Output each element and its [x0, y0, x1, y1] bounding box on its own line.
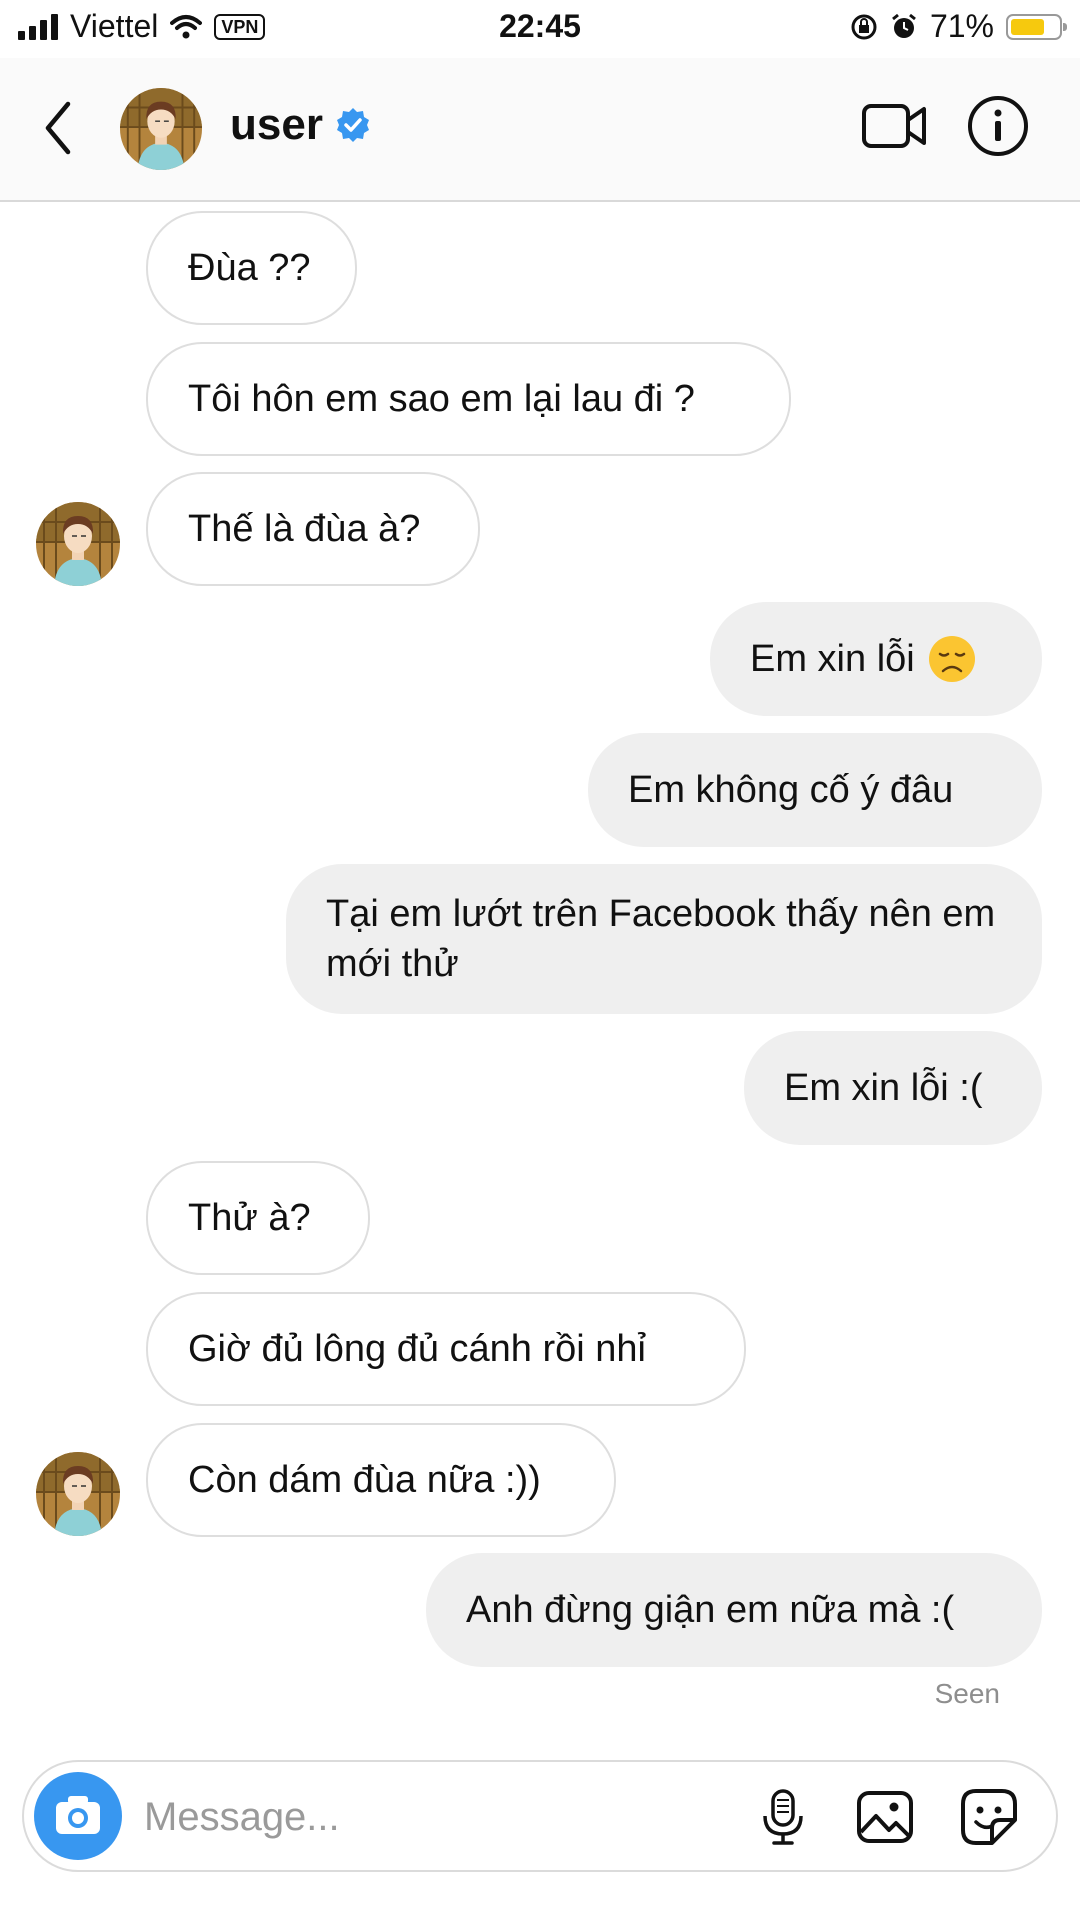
camera-icon: [56, 1796, 100, 1834]
header-avatar[interactable]: [120, 88, 202, 170]
microphone-icon[interactable]: [752, 1786, 814, 1848]
message-bubble[interactable]: Còn dám đùa nữa :)): [146, 1423, 616, 1537]
username-label: user: [230, 100, 323, 149]
video-call-icon[interactable]: [862, 100, 928, 152]
message-bubble[interactable]: Tôi hôn em sao em lại lau đi ?: [146, 342, 791, 456]
message-bubble[interactable]: Thử à?: [146, 1161, 370, 1275]
message-bubble[interactable]: Anh đừng giận em nữa mà :(: [426, 1553, 1042, 1667]
status-right: 71%: [850, 8, 1067, 45]
seen-indicator: Seen: [934, 1678, 1000, 1709]
message-bubble[interactable]: Đùa ??: [146, 211, 357, 325]
sticker-icon[interactable]: [958, 1786, 1020, 1848]
message-bubble[interactable]: Tại em lướt trên Facebook thấy nên em mớ…: [286, 864, 1042, 1014]
message-composer: [22, 1760, 1058, 1872]
message-bubble[interactable]: Em không cố ý đâu: [588, 733, 1042, 847]
chat-header: user: [0, 58, 1080, 202]
sender-avatar[interactable]: [36, 502, 120, 586]
status-bar: Viettel VPN 22:45 71%: [0, 0, 1080, 58]
rotation-lock-icon: [851, 14, 877, 39]
alarm-icon: [892, 13, 916, 38]
message-input[interactable]: [142, 1786, 606, 1848]
message-bubble[interactable]: Giờ đủ lông đủ cánh rồi nhỉ: [146, 1292, 746, 1406]
sender-avatar[interactable]: [36, 1452, 120, 1536]
message-bubble[interactable]: Thế là đùa à?: [146, 472, 480, 586]
message-bubble[interactable]: Em xin lỗi :(: [744, 1031, 1042, 1145]
battery-icon: [1006, 13, 1067, 40]
info-icon[interactable]: [966, 94, 1030, 158]
battery-percent: 71%: [929, 8, 994, 44]
message-bubble[interactable]: Em xin lỗi: [710, 602, 1042, 716]
verified-badge-icon: [336, 108, 369, 142]
camera-button[interactable]: [34, 1772, 122, 1860]
back-arrow-icon[interactable]: [38, 98, 78, 158]
disappointed-face-icon: [928, 636, 975, 682]
chat-username[interactable]: user: [230, 100, 371, 150]
gallery-icon[interactable]: [854, 1786, 916, 1848]
